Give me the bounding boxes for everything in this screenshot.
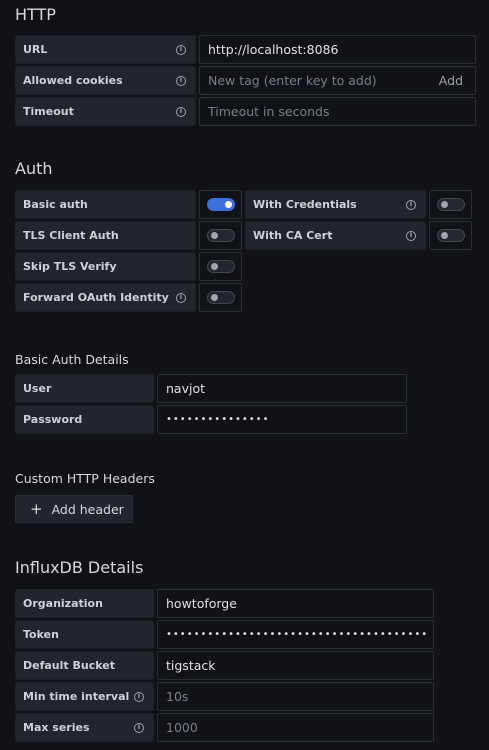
password-input-value: •••••••••••••••	[166, 414, 270, 425]
info-icon[interactable]: i	[134, 722, 144, 733]
url-input-value: http://localhost:8086	[208, 42, 339, 57]
password-label: Password	[15, 405, 154, 434]
min-time-interval-label: Min time interval i	[15, 682, 154, 711]
with-ca-cert-toggle-box	[429, 221, 472, 250]
skip-tls-verify-toggle[interactable]	[206, 260, 235, 273]
allowed-cookies-label-text: Allowed cookies	[23, 74, 123, 87]
default-bucket-label-text: Default Bucket	[23, 659, 115, 672]
influxdb-section-title: InfluxDB Details	[15, 558, 144, 577]
password-input[interactable]: •••••••••••••••	[157, 405, 407, 434]
custom-headers-title: Custom HTTP Headers	[15, 471, 155, 486]
default-bucket-label: Default Bucket	[15, 651, 154, 680]
http-section-title: HTTP	[15, 5, 56, 24]
max-series-placeholder: 1000	[166, 720, 198, 735]
max-series-input[interactable]: 1000	[157, 713, 434, 742]
url-label: URL i	[15, 35, 196, 64]
skip-tls-verify-label-text: Skip TLS Verify	[23, 260, 117, 273]
info-icon[interactable]: i	[176, 106, 186, 117]
allowed-cookies-placeholder: New tag (enter key to add)	[208, 73, 377, 88]
toggle-knob	[440, 232, 448, 239]
skip-tls-verify-toggle-box	[199, 252, 242, 281]
token-label: Token	[15, 620, 154, 649]
with-credentials-toggle-box	[429, 190, 472, 219]
allowed-cookies-input[interactable]: New tag (enter key to add) Add	[199, 66, 476, 95]
min-time-interval-input[interactable]: 10s	[157, 682, 434, 711]
toggle-knob	[210, 263, 218, 270]
toggle-knob	[224, 201, 232, 208]
forward-oauth-label: Forward OAuth Identity i	[15, 283, 196, 312]
with-credentials-label: With Credentials i	[245, 190, 426, 219]
url-label-text: URL	[23, 43, 48, 56]
timeout-label-text: Timeout	[23, 105, 74, 118]
organization-label: Organization	[15, 589, 154, 618]
timeout-input[interactable]: Timeout in seconds	[199, 97, 476, 126]
toggle-knob	[440, 201, 448, 208]
info-icon[interactable]: i	[176, 44, 186, 55]
tls-client-auth-toggle-box	[199, 221, 242, 250]
add-header-label: Add header	[51, 501, 124, 517]
auth-section-title: Auth	[15, 159, 53, 178]
user-label-text: User	[23, 382, 52, 395]
with-ca-cert-label: With CA Cert i	[245, 221, 426, 250]
tls-client-auth-label-text: TLS Client Auth	[23, 229, 119, 242]
info-icon[interactable]: i	[134, 691, 144, 702]
with-credentials-label-text: With Credentials	[253, 198, 357, 211]
timeout-label: Timeout i	[15, 97, 196, 126]
user-input[interactable]: navjot	[157, 374, 407, 403]
with-credentials-toggle[interactable]	[436, 198, 465, 211]
basic-auth-label: Basic auth	[15, 190, 196, 219]
url-input[interactable]: http://localhost:8086	[199, 35, 476, 64]
token-input-value: ••••••••••••••••••••••••••••••••••••••••…	[166, 629, 428, 640]
user-input-value: navjot	[166, 381, 206, 396]
organization-input[interactable]: howtoforge	[157, 589, 434, 618]
timeout-placeholder: Timeout in seconds	[208, 104, 330, 119]
basic-auth-toggle[interactable]	[206, 198, 235, 211]
forward-oauth-label-text: Forward OAuth Identity	[23, 291, 169, 304]
tls-client-auth-toggle[interactable]	[206, 229, 235, 242]
info-icon[interactable]: i	[406, 230, 416, 241]
user-label: User	[15, 374, 154, 403]
add-header-button[interactable]: + Add header	[15, 495, 133, 523]
plus-icon: +	[30, 499, 43, 518]
info-icon[interactable]: i	[406, 199, 416, 210]
toggle-knob	[210, 232, 218, 239]
token-input[interactable]: ••••••••••••••••••••••••••••••••••••••••…	[157, 620, 434, 649]
password-label-text: Password	[23, 413, 83, 426]
info-icon[interactable]: i	[176, 292, 186, 303]
forward-oauth-toggle-box	[199, 283, 242, 312]
organization-label-text: Organization	[23, 597, 103, 610]
allowed-cookies-label: Allowed cookies i	[15, 66, 196, 95]
tls-client-auth-label: TLS Client Auth	[15, 221, 196, 250]
basic-auth-label-text: Basic auth	[23, 198, 88, 211]
toggle-knob	[210, 294, 218, 301]
with-ca-cert-label-text: With CA Cert	[253, 229, 333, 242]
info-icon[interactable]: i	[176, 75, 186, 86]
default-bucket-input-value: tigstack	[166, 658, 216, 673]
min-time-interval-placeholder: 10s	[166, 689, 189, 704]
basic-auth-details-title: Basic Auth Details	[15, 352, 129, 367]
max-series-label-text: Max series	[23, 721, 90, 734]
with-ca-cert-toggle[interactable]	[436, 229, 465, 242]
add-cookie-button[interactable]: Add	[439, 73, 463, 88]
min-time-interval-label-text: Min time interval	[23, 690, 130, 703]
basic-auth-toggle-box	[199, 190, 242, 219]
default-bucket-input[interactable]: tigstack	[157, 651, 434, 680]
organization-input-value: howtoforge	[166, 596, 237, 611]
max-series-label: Max series i	[15, 713, 154, 742]
token-label-text: Token	[23, 628, 59, 641]
forward-oauth-toggle[interactable]	[206, 291, 235, 304]
skip-tls-verify-label: Skip TLS Verify	[15, 252, 196, 281]
